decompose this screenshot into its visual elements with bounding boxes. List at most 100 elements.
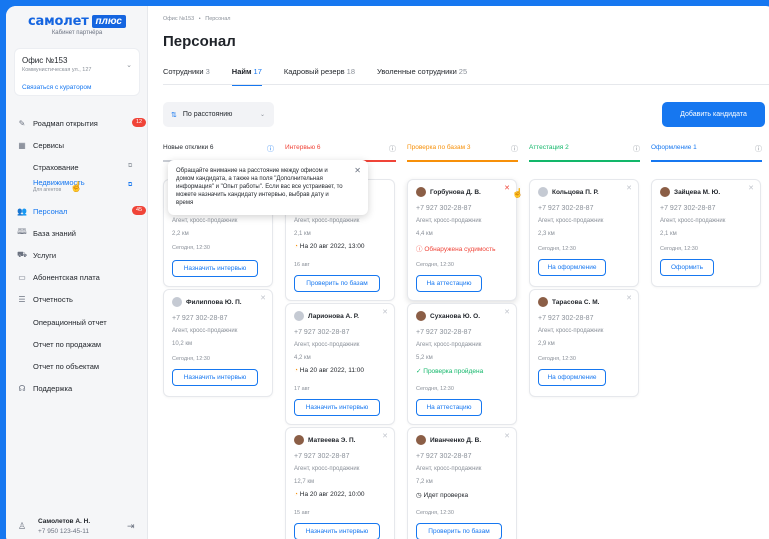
info-icon[interactable]: ⓘ — [389, 144, 396, 154]
close-icon[interactable]: ✕ — [626, 184, 632, 192]
office-selector[interactable]: Офис №153 Коммунистическая ул., 127 ⌄ Св… — [14, 48, 140, 96]
candidate-card[interactable]: Зайцева М. Ю. ✕ +7 927 302-28-87 Агент, … — [651, 179, 761, 287]
add-candidate-button[interactable]: Добавить кандидата — [662, 102, 765, 127]
logo[interactable]: самолет плюс Кабинет партнёра — [6, 14, 148, 36]
candidate-phone: +7 927 302-28-87 — [294, 453, 350, 460]
clock-icon: ◔ — [294, 243, 298, 250]
schedule-interview-button[interactable]: Назначить интервью — [172, 369, 258, 386]
sort-dropdown[interactable]: ⇅ По расстоянию ⌄ — [163, 102, 274, 127]
sidebar-item-objects-report[interactable]: Отчет по объектам — [33, 358, 99, 374]
candidate-distance: 7,2 км — [416, 479, 433, 485]
candidate-date: Сегодня, 12:30 — [538, 356, 576, 362]
close-icon[interactable]: ✕ — [626, 294, 632, 302]
avatar — [660, 187, 670, 197]
onboard-button[interactable]: Оформить — [660, 259, 714, 276]
sidebar-item-services[interactable]: ▦ Сервисы — [16, 137, 64, 153]
schedule-interview-button[interactable]: Назначить интервью — [172, 260, 258, 277]
interview-time-text: На 20 авг 2022, 10:00 — [299, 491, 365, 498]
book-icon: 🕮 — [17, 227, 27, 236]
candidate-card[interactable]: Матвеева Э. П. ✕ +7 927 302-28-87 Агент,… — [285, 427, 395, 539]
sidebar-item-roadmap[interactable]: ✎ Роадмап открытия 12 — [16, 115, 146, 131]
sidebar-item-staff[interactable]: 👥 Персонал 45 — [16, 203, 146, 219]
sidebar-item-label: Отчет по объектам — [33, 361, 100, 371]
sidebar-item-knowledge[interactable]: 🕮 База знаний — [16, 225, 76, 241]
candidate-phone: +7 927 302-28-87 — [416, 453, 472, 460]
close-icon[interactable]: ✕ — [504, 184, 510, 192]
candidate-role: Агент, кросс-продажник — [538, 218, 604, 224]
office-address: Коммунистическая ул., 127 — [22, 67, 92, 73]
sidebar-item-reports[interactable]: ☰ Отчетность — [16, 291, 73, 307]
sidebar-item-sales-report[interactable]: Отчет по продажам — [33, 336, 101, 352]
tab-label: Сотрудники — [163, 67, 204, 76]
logo-text: самолет — [28, 14, 89, 29]
breadcrumb-office[interactable]: Офис №153 — [163, 16, 194, 22]
to-attestation-button[interactable]: На аттестацию — [416, 399, 482, 416]
column-header-check: Проверка по базам 3 ⓘ — [407, 144, 518, 162]
interview-time: ◔ На 20 авг 2022, 11:00 — [294, 367, 364, 374]
close-icon[interactable]: ✕ — [260, 294, 266, 302]
tab-divider — [163, 84, 769, 85]
candidate-phone: +7 927 302-28-87 — [538, 315, 594, 322]
candidate-card[interactable]: Филиппова Ю. П. ✕ +7 927 302-28-87 Агент… — [163, 289, 273, 397]
column-title: Аттестация 2 — [529, 144, 569, 151]
contact-curator-link[interactable]: Связаться с куратором — [22, 84, 91, 91]
chevron-down-icon: ⌄ — [259, 112, 265, 118]
candidate-card[interactable]: Кольцова П. Р. ✕ +7 927 302-28-87 Агент,… — [529, 179, 639, 287]
close-icon[interactable]: ✕ — [748, 184, 754, 192]
candidate-card[interactable]: Иванченко Д. В. ✕ +7 927 302-28-87 Агент… — [407, 427, 517, 539]
tab-count: 18 — [346, 67, 355, 76]
check-bases-button[interactable]: Проверить по базам — [416, 523, 502, 539]
check-bases-button[interactable]: Проверить по базам — [294, 275, 380, 292]
sidebar-item-op-report[interactable]: Операционный отчет — [33, 314, 107, 330]
candidate-card[interactable]: Горбунова Д. В. ✕ +7 927 302-28-87 Агент… — [407, 179, 517, 301]
candidate-date: Сегодня, 12:30 — [416, 386, 454, 392]
close-icon[interactable]: ✕ — [382, 432, 388, 440]
info-icon[interactable]: ⓘ — [755, 144, 762, 154]
external-link-icon[interactable]: ⧉ — [128, 163, 132, 170]
close-icon[interactable]: ✕ — [504, 432, 510, 440]
info-icon[interactable]: ⓘ — [511, 144, 518, 154]
info-icon[interactable]: ⓘ — [267, 144, 274, 154]
clock-icon: ◔ — [294, 491, 298, 498]
candidate-role: Агент, кросс-продажник — [294, 342, 360, 348]
check-status: ◷ Идет проверка — [416, 491, 468, 499]
wallet-icon: ▭ — [18, 272, 26, 282]
schedule-interview-button[interactable]: Назначить интервью — [294, 523, 380, 539]
alert-icon: ⓘ — [416, 246, 423, 253]
candidate-card[interactable]: Суханова Ю. О. ✕ +7 927 302-28-87 Агент,… — [407, 303, 517, 425]
to-attestation-button[interactable]: На аттестацию — [416, 275, 482, 292]
sidebar-item-label: Страхование — [33, 162, 79, 172]
sidebar-item-support[interactable]: ☊ Поддержка — [16, 380, 72, 396]
user-profile[interactable]: ♙ Самолетов А. Н. +7 950 123-45-11 ⇥ — [14, 514, 140, 539]
candidate-role: Агент, кросс-продажник — [172, 218, 238, 224]
external-link-icon[interactable]: ⧉ — [128, 182, 132, 189]
check-status-text: Обнаружена судимость — [424, 246, 496, 253]
to-onboarding-button[interactable]: На оформление — [538, 259, 606, 276]
sidebar-item-uslugi[interactable]: ⛟ Услуги — [16, 247, 56, 263]
avatar — [294, 435, 304, 445]
chevron-down-icon[interactable]: ⌄ — [126, 61, 132, 69]
close-icon[interactable]: ✕ — [504, 308, 510, 316]
candidate-name: Ларионова А. Р. — [308, 313, 359, 320]
schedule-interview-button[interactable]: Назначить интервью — [294, 399, 380, 416]
candidate-date: Сегодня, 12:30 — [538, 246, 576, 252]
sidebar-item-label: Персонал — [33, 206, 68, 216]
check-status: ✓ Проверка пройдена — [416, 367, 483, 375]
sidebar-item-fee[interactable]: ▭ Абонентская плата — [16, 269, 100, 285]
candidate-distance: 5,2 км — [416, 355, 433, 361]
candidate-phone: +7 927 302-28-87 — [660, 205, 716, 212]
cart-icon: ⛟ — [16, 250, 28, 259]
candidate-date: Сегодня, 12:30 — [172, 245, 210, 251]
candidate-card[interactable]: Тарасова С. М. ✕ +7 927 302-28-87 Агент,… — [529, 289, 639, 397]
candidate-card[interactable]: Ларионова А. Р. ✕ +7 927 302-28-87 Агент… — [285, 303, 395, 425]
tab-label: Уволенные сотрудники — [377, 67, 457, 76]
sidebar-item-insurance[interactable]: Страхование — [33, 159, 79, 175]
candidate-date: Сегодня, 12:30 — [416, 510, 454, 516]
close-icon[interactable]: ✕ — [382, 308, 388, 316]
logout-icon[interactable]: ⇥ — [127, 521, 135, 532]
close-icon[interactable]: ✕ — [354, 166, 361, 177]
candidate-phone: +7 927 302-28-87 — [538, 205, 594, 212]
info-icon[interactable]: ⓘ — [633, 144, 640, 154]
to-onboarding-button[interactable]: На оформление — [538, 369, 606, 386]
avatar — [416, 311, 426, 321]
